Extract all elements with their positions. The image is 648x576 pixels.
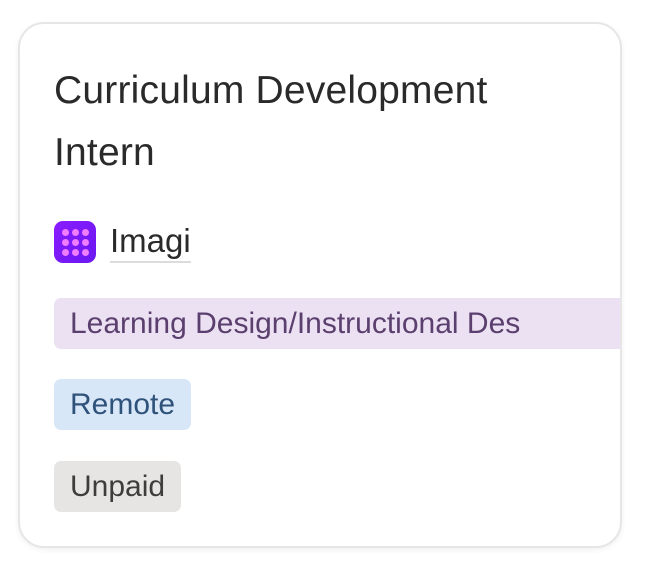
job-card[interactable]: Curriculum Development Intern Imagi Lear… xyxy=(18,22,622,548)
category-tag: Learning Design/Instructional Des xyxy=(54,298,620,349)
location-tag: Remote xyxy=(54,379,192,430)
company-name[interactable]: Imagi xyxy=(110,222,191,263)
imagi-grid-logo-icon xyxy=(54,221,96,263)
company-link[interactable]: Imagi xyxy=(54,220,191,264)
job-title[interactable]: Curriculum Development Intern xyxy=(54,60,594,184)
pay-tag: Unpaid xyxy=(54,461,182,512)
